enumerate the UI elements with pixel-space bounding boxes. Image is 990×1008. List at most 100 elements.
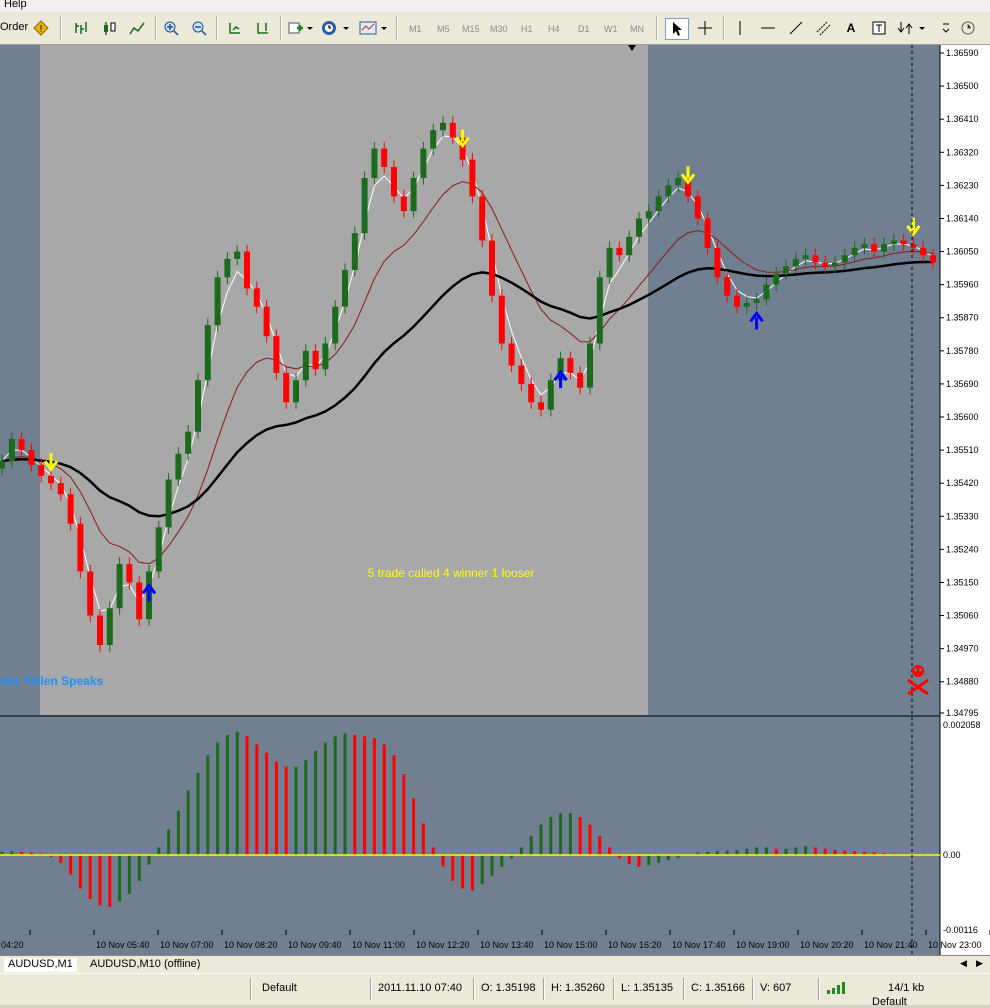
auto-scroll-icon[interactable] — [224, 18, 246, 38]
candle-body — [773, 273, 780, 285]
timeframe-m1[interactable]: M1 — [409, 24, 422, 34]
candle-body — [587, 343, 593, 388]
timeframe-w1[interactable]: W1 — [604, 24, 618, 34]
candle-body — [67, 494, 74, 524]
crosshair-icon[interactable] — [694, 18, 716, 38]
candle-body — [792, 258, 799, 267]
candle-body — [57, 483, 64, 495]
macd-bar — [304, 760, 308, 855]
equidistant-channel-icon[interactable] — [812, 18, 834, 38]
macd-bar — [392, 755, 396, 855]
vertical-line-icon[interactable] — [729, 18, 751, 38]
tab-audusd-m10[interactable]: AUDUSD,M10 (offline) — [86, 958, 204, 972]
periods-icon[interactable] — [320, 18, 352, 38]
tab-scroll-right-icon[interactable]: ▶ — [976, 958, 983, 969]
macd-bar — [284, 766, 288, 855]
bar-chart-icon[interactable] — [70, 18, 92, 38]
chart-area[interactable]: 1.36590 1.36500 1.36410 1.36320 1.36230 1.361… — [0, 45, 990, 955]
timeframe-m5[interactable]: M5 — [437, 24, 450, 34]
candle-body — [645, 211, 652, 219]
macd-bar — [196, 772, 200, 855]
tool-settings-icon[interactable] — [958, 18, 988, 38]
macd-bar — [627, 855, 631, 865]
alert-icon[interactable]: ! — [30, 18, 52, 38]
toolbar-options-icon[interactable] — [938, 18, 954, 38]
macd-bar — [657, 855, 661, 863]
status-high: H: 1.35260 — [551, 982, 605, 994]
toolbar-separator — [155, 16, 157, 40]
line-chart-icon[interactable] — [126, 18, 148, 38]
trendline-icon[interactable] — [785, 18, 807, 38]
status-low: L: 1.35135 — [621, 982, 673, 994]
candle-body — [175, 453, 182, 480]
zoom-in-icon[interactable] — [160, 18, 182, 38]
time-label: 04:20 — [1, 940, 24, 950]
new-order-label[interactable]: Order — [0, 21, 28, 33]
candle-body — [440, 122, 446, 131]
tab-scroll-left-icon[interactable]: ◀ — [960, 958, 967, 969]
macd-bar — [216, 742, 220, 855]
timeframe-m15[interactable]: M15 — [462, 24, 480, 34]
chart-shift-icon[interactable] — [252, 18, 274, 38]
candle-body — [155, 527, 162, 572]
macd-bar — [578, 817, 582, 855]
macd-bar — [480, 855, 484, 885]
zoom-out-icon[interactable] — [188, 18, 210, 38]
status-divider — [473, 978, 475, 1000]
macd-bar — [539, 824, 543, 855]
timeframe-h4[interactable]: H4 — [548, 24, 560, 34]
candle-body — [126, 564, 133, 583]
status-close: C: 1.35166 — [691, 982, 745, 994]
text-label-icon[interactable] — [868, 18, 890, 38]
toolbar-separator — [396, 16, 398, 40]
horizontal-line-icon[interactable] — [757, 18, 779, 38]
price-label: 1.34970 — [946, 644, 979, 654]
macd-bar — [343, 733, 347, 855]
macd-bar — [559, 813, 563, 855]
price-label: 1.35330 — [946, 511, 979, 521]
macd-bar — [157, 847, 161, 855]
cursor-icon[interactable] — [665, 18, 689, 40]
macd-bar — [118, 855, 122, 902]
candle-body — [234, 251, 241, 259]
timeframe-mn[interactable]: MN — [630, 24, 644, 34]
candle-body — [97, 615, 103, 645]
macd-bar — [549, 817, 553, 855]
macd-bar — [98, 855, 102, 906]
macd-bar — [69, 855, 73, 875]
arrows-icon[interactable] — [896, 18, 928, 38]
macd-bar — [206, 755, 210, 855]
candle-body — [724, 277, 731, 296]
macd-bar — [225, 734, 229, 855]
candlestick-icon[interactable] — [98, 18, 120, 38]
macd-bar — [755, 847, 759, 855]
macd-bar — [735, 849, 739, 855]
templates-icon[interactable] — [358, 18, 390, 38]
candle-body — [332, 306, 339, 344]
macd-bar — [255, 744, 259, 855]
macd-bar — [88, 855, 92, 899]
macd-bar — [647, 855, 651, 866]
status-bar: Default 2011.11.10 07:40 O: 1.35198 H: 1… — [0, 973, 990, 1008]
macd-bar — [402, 774, 406, 855]
candle-body — [273, 336, 280, 373]
indicators-icon[interactable] — [286, 18, 314, 38]
candle-body — [861, 244, 868, 248]
menu-help[interactable]: Help — [4, 0, 27, 10]
timeframe-h1[interactable]: H1 — [521, 24, 533, 34]
candle-body — [675, 178, 682, 186]
tab-audusd-m1[interactable]: AUDUSD,M1 — [4, 958, 77, 972]
timeframe-m30[interactable]: M30 — [490, 24, 508, 34]
candle-body — [665, 185, 672, 197]
candle-body — [802, 255, 809, 259]
text-icon[interactable]: A — [840, 18, 862, 38]
status-profile: Default — [262, 982, 297, 994]
candle-body — [283, 372, 290, 403]
time-label: 10 Nov 16:20 — [608, 940, 662, 950]
macd-bar — [637, 855, 641, 867]
price-label: 1.35150 — [946, 577, 979, 587]
timeframe-d1[interactable]: D1 — [578, 24, 590, 34]
candle-body — [8, 439, 15, 462]
candle-body — [655, 196, 662, 212]
time-label: 10 Nov 12:20 — [416, 940, 470, 950]
